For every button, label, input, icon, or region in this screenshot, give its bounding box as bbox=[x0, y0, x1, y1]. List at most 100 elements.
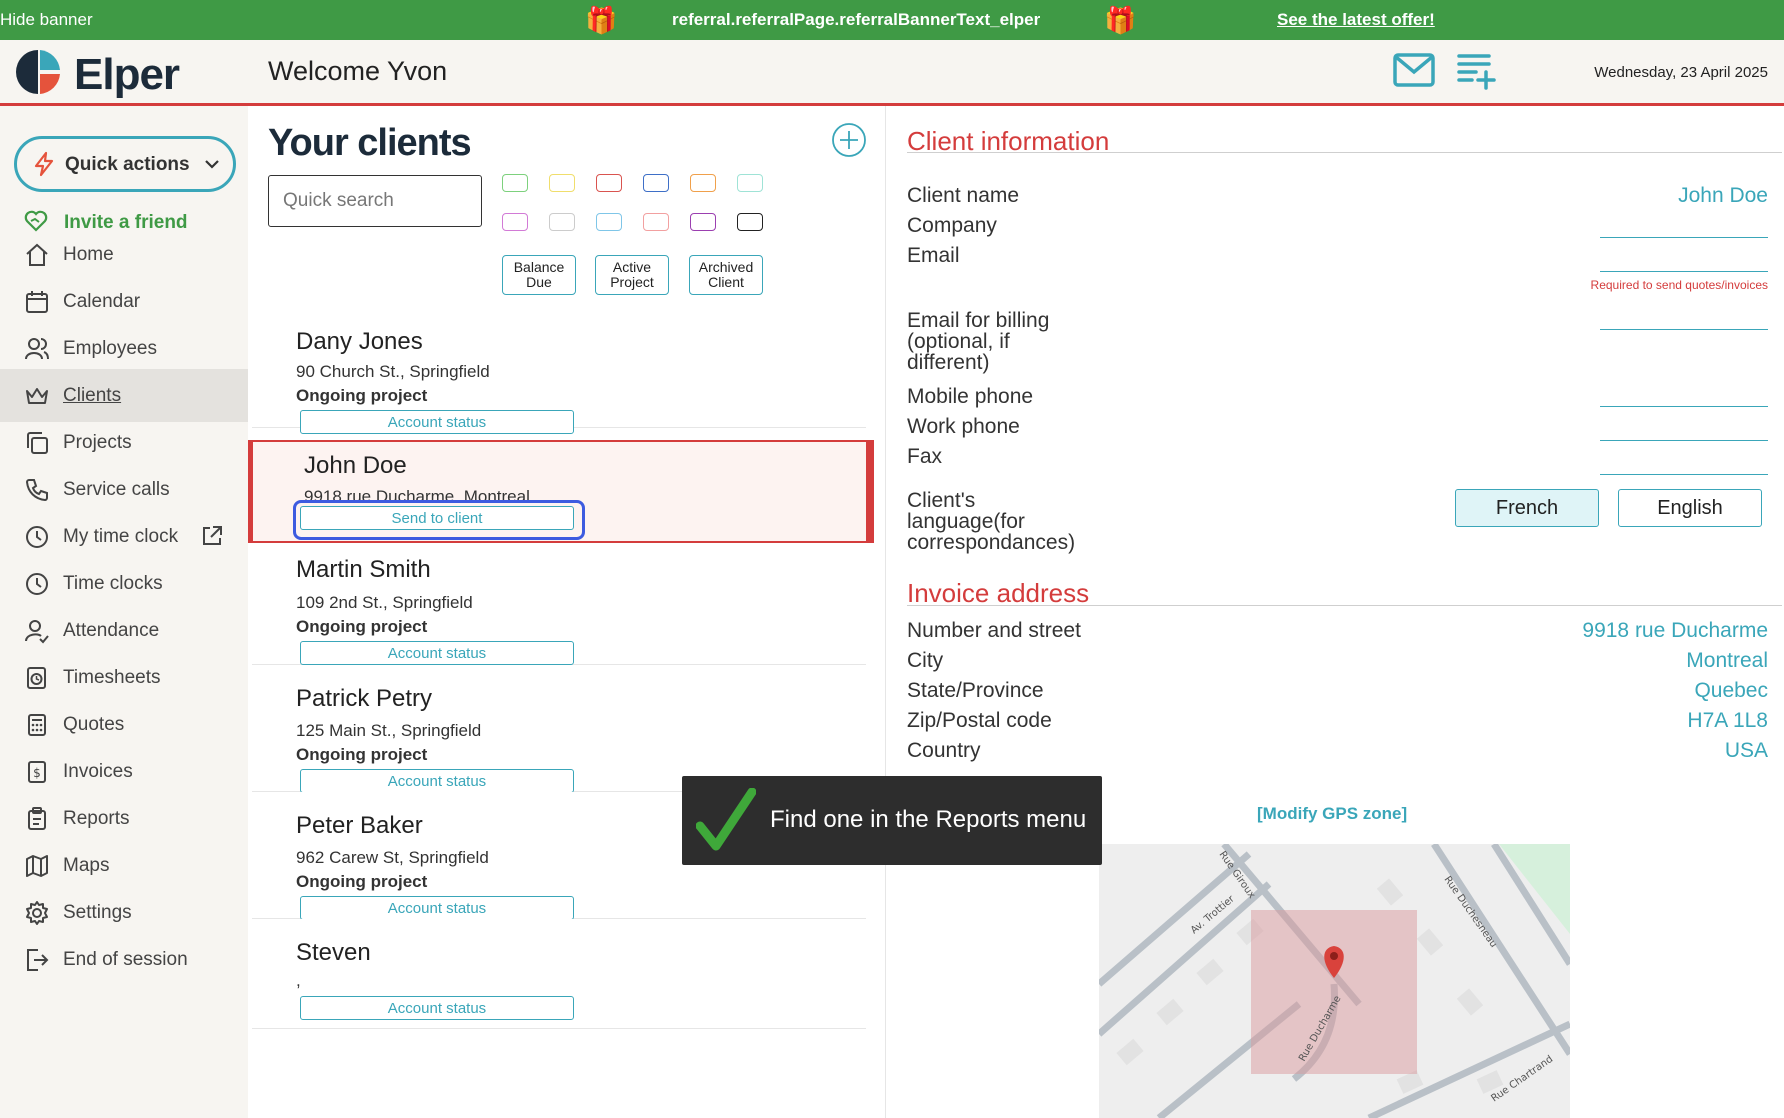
email-label: Email bbox=[907, 244, 960, 267]
external-link-icon[interactable] bbox=[200, 524, 224, 548]
billing-email-label: Email for billing (optional, if differen… bbox=[907, 309, 1050, 374]
city-value[interactable]: Montreal bbox=[1686, 649, 1768, 673]
color-tag-filter[interactable] bbox=[502, 213, 528, 231]
color-tag-filter[interactable] bbox=[690, 213, 716, 231]
email-field[interactable] bbox=[1600, 271, 1768, 272]
sidebar-item-label: Settings bbox=[63, 902, 132, 923]
gift-icon: 🎁 bbox=[585, 5, 618, 35]
sidebar-item-invoices[interactable]: $ Invoices bbox=[0, 745, 248, 798]
billing-email-field[interactable] bbox=[1600, 329, 1768, 330]
sidebar-item-settings[interactable]: Settings bbox=[0, 886, 248, 939]
filter-balance-due[interactable]: Balance Due bbox=[502, 255, 576, 295]
quick-actions-button[interactable]: Quick actions bbox=[14, 136, 236, 192]
account-status-button[interactable]: Account status bbox=[300, 896, 574, 920]
zip-value[interactable]: H7A 1L8 bbox=[1687, 709, 1768, 733]
client-name-value[interactable]: John Doe bbox=[1678, 184, 1768, 208]
clipboard-icon bbox=[28, 807, 46, 830]
sidebar-item-my-time-clock[interactable]: My time clock bbox=[0, 510, 248, 563]
client-list-item-selected[interactable]: John Doe 9918 rue Ducharme, Montreal Sen… bbox=[248, 440, 874, 543]
sidebar-item-label: Reports bbox=[63, 808, 130, 829]
company-field[interactable] bbox=[1600, 237, 1768, 238]
sidebar-item-end-of-session[interactable]: End of session bbox=[0, 933, 248, 986]
color-tag-filter[interactable] bbox=[549, 213, 575, 231]
client-name: Patrick Petry bbox=[296, 685, 433, 712]
sidebar-item-label: Projects bbox=[63, 432, 132, 453]
fax-field[interactable] bbox=[1600, 474, 1768, 475]
french-button[interactable]: French bbox=[1455, 489, 1599, 527]
account-status-button[interactable]: Account status bbox=[300, 996, 574, 1020]
sidebar-item-projects[interactable]: Projects bbox=[0, 416, 248, 469]
filter-archived-client[interactable]: Archived Client bbox=[689, 255, 763, 295]
add-client-icon[interactable] bbox=[831, 122, 867, 158]
sidebar-item-maps[interactable]: Maps bbox=[0, 839, 248, 892]
sidebar-item-home[interactable]: Home bbox=[0, 228, 248, 281]
home-icon bbox=[26, 243, 48, 266]
color-tag-filter[interactable] bbox=[502, 174, 528, 192]
color-tag-filter[interactable] bbox=[643, 213, 669, 231]
send-to-client-button[interactable]: Send to client bbox=[300, 506, 574, 530]
client-address: , bbox=[296, 971, 301, 990]
state-label: State/Province bbox=[907, 679, 1044, 702]
quick-search-input[interactable] bbox=[268, 175, 482, 227]
client-list-panel: Your clients BalanceDue ActiveProject Ar… bbox=[248, 106, 886, 1118]
client-list-item[interactable]: Steven , Account status bbox=[252, 919, 866, 1029]
sidebar: Quick actions Invite a friend Home Calend… bbox=[0, 106, 248, 1118]
sidebar-item-employees[interactable]: Employees bbox=[0, 322, 248, 375]
sidebar-item-reports[interactable]: Reports bbox=[0, 792, 248, 845]
sidebar-item-timesheets[interactable]: Timesheets bbox=[0, 651, 248, 704]
client-list-item[interactable]: Martin Smith 109 2nd St., Springfield On… bbox=[252, 543, 866, 665]
sidebar-item-label: End of session bbox=[63, 949, 188, 970]
client-address: 90 Church St., Springfield bbox=[296, 362, 490, 381]
language-label: Client's language(for correspondances) bbox=[907, 489, 1076, 554]
client-list-item[interactable]: Patrick Petry 125 Main St., Springfield … bbox=[252, 665, 866, 793]
work-phone-field[interactable] bbox=[1600, 440, 1768, 441]
clock-icon bbox=[26, 573, 48, 595]
color-tag-filter[interactable] bbox=[549, 174, 575, 192]
color-tag-filter[interactable] bbox=[690, 174, 716, 192]
elper-logo[interactable]: Elper bbox=[14, 48, 244, 99]
color-tag-filter[interactable] bbox=[737, 213, 763, 231]
latest-offer-link[interactable]: See the latest offer! bbox=[1277, 0, 1435, 40]
english-button[interactable]: English bbox=[1618, 489, 1762, 527]
account-status-button[interactable]: Account status bbox=[300, 410, 574, 434]
color-tag-filter[interactable] bbox=[596, 213, 622, 231]
street-value[interactable]: 9918 rue Ducharme bbox=[1582, 619, 1768, 643]
sidebar-item-calendar[interactable]: Calendar bbox=[0, 275, 248, 328]
calculator-icon bbox=[28, 714, 46, 736]
sidebar-item-label: Home bbox=[63, 244, 114, 265]
country-label: Country bbox=[907, 739, 981, 762]
top-header: Elper Welcome Yvon Wednesday, 23 April 2… bbox=[0, 40, 1784, 106]
modify-gps-zone-link[interactable]: [Modify GPS zone] bbox=[1257, 804, 1407, 824]
client-list-item[interactable]: Dany Jones 90 Church St., Springfield On… bbox=[252, 314, 866, 434]
calendar-icon bbox=[26, 291, 48, 313]
color-tag-filter[interactable] bbox=[643, 174, 669, 192]
color-tag-filter[interactable] bbox=[737, 174, 763, 192]
sidebar-item-clients[interactable]: Clients bbox=[0, 369, 248, 422]
sidebar-item-time-clocks[interactable]: Time clocks bbox=[0, 557, 248, 610]
divider bbox=[907, 605, 1782, 606]
client-name: Peter Baker bbox=[296, 812, 423, 839]
sidebar-item-quotes[interactable]: Quotes bbox=[0, 698, 248, 751]
person-check-icon bbox=[25, 620, 49, 644]
hide-banner-link[interactable]: Hide banner bbox=[0, 0, 93, 40]
fax-label: Fax bbox=[907, 445, 943, 468]
mobile-phone-field[interactable] bbox=[1600, 406, 1768, 407]
account-status-button[interactable]: Account status bbox=[300, 641, 574, 665]
country-value[interactable]: USA bbox=[1725, 739, 1768, 763]
client-name: John Doe bbox=[304, 452, 407, 479]
invoice-icon: $ bbox=[28, 761, 46, 783]
sidebar-item-label: Maps bbox=[63, 855, 110, 876]
crown-icon bbox=[26, 388, 48, 404]
client-status: Ongoing project bbox=[296, 745, 428, 764]
add-note-icon[interactable] bbox=[1456, 50, 1496, 90]
state-value[interactable]: Quebec bbox=[1694, 679, 1768, 703]
sidebar-item-attendance[interactable]: Attendance bbox=[0, 604, 248, 657]
filter-active-project[interactable]: Active Project bbox=[595, 255, 669, 295]
mail-icon[interactable] bbox=[1393, 52, 1435, 88]
client-address: 109 2nd St., Springfield bbox=[296, 593, 473, 612]
color-tag-filter[interactable] bbox=[596, 174, 622, 192]
location-map[interactable]: Rue Giroux Av. Trottier Rue Ducharme Rue… bbox=[1099, 844, 1570, 1118]
client-address: 962 Carew St, Springfield bbox=[296, 848, 489, 867]
account-status-button[interactable]: Account status bbox=[300, 769, 574, 793]
sidebar-item-service-calls[interactable]: Service calls bbox=[0, 463, 248, 516]
